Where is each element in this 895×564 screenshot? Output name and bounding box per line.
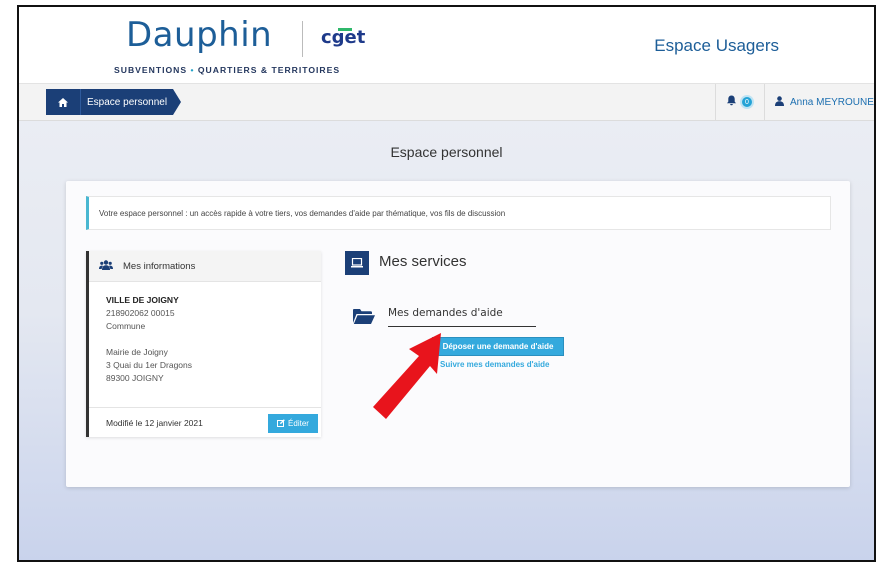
main-card: Votre espace personnel : un accès rapide…: [66, 181, 850, 487]
edit-button[interactable]: Éditer: [268, 414, 318, 433]
bell-icon: [726, 95, 737, 109]
deposit-request-button[interactable]: Déposer une demande d'aide: [433, 338, 563, 355]
address-line-1: Mairie de Joigny: [106, 347, 168, 357]
info-panel-footer: Modifié le 12 janvier 2021 Éditer: [89, 407, 321, 437]
user-icon: [775, 95, 784, 109]
home-icon[interactable]: [46, 89, 80, 115]
address-line-3: 89300 JOIGNY: [106, 373, 164, 383]
notification-count: 0: [740, 95, 754, 109]
users-icon: [99, 259, 113, 273]
annotation-arrow-icon: [373, 333, 441, 419]
dauphin-logo[interactable]: Dauphin cget SUBVENTIONS • QUARTIERS & T…: [114, 15, 374, 81]
breadcrumb-arrow: [173, 89, 182, 115]
user-name: Anna MEYROUNE: [790, 96, 874, 108]
breadcrumb-bar: Espace personnel 0 Anna MEYROUNE: [19, 84, 874, 121]
browser-frame: Dauphin cget SUBVENTIONS • QUARTIERS & T…: [17, 5, 876, 562]
services-title: Mes services: [379, 253, 467, 270]
notifications-button[interactable]: 0: [715, 84, 764, 120]
breadcrumb-current[interactable]: Espace personnel: [80, 89, 174, 115]
edit-label: Éditer: [288, 419, 309, 428]
organization-type: Commune: [106, 321, 146, 331]
follow-requests-link[interactable]: Suivre mes demandes d'aide: [440, 360, 550, 369]
user-menu[interactable]: Anna MEYROUNE: [764, 84, 874, 120]
logo-wordmark: Dauphin: [126, 15, 273, 55]
address-line-2: 3 Quai du 1er Dragons: [106, 360, 192, 370]
cget-logo: cget: [321, 27, 366, 48]
tagline-left: SUBVENTIONS: [114, 65, 188, 75]
logo-tagline: SUBVENTIONS • QUARTIERS & TERRITOIRES: [114, 65, 340, 75]
siret: 218902062 00015: [106, 308, 175, 318]
laptop-icon: [345, 251, 369, 275]
organization-name: VILLE DE JOIGNY: [106, 295, 179, 305]
info-panel-header: Mes informations: [89, 251, 321, 282]
logo-separator: [302, 21, 303, 57]
aid-requests-title: Mes demandes d'aide: [388, 307, 536, 327]
info-panel-body: VILLE DE JOIGNY 218902062 00015 Commune …: [89, 282, 321, 385]
edit-icon: [277, 418, 285, 429]
page-title: Espace personnel: [390, 144, 503, 160]
tagline-right: QUARTIERS & TERRITOIRES: [197, 65, 341, 75]
tagline-dot: •: [190, 65, 195, 75]
portal-title[interactable]: Espace Usagers: [654, 36, 779, 56]
info-panel-title: Mes informations: [123, 260, 196, 272]
modified-date: Modifié le 12 janvier 2021: [106, 417, 203, 428]
breadcrumb: Espace personnel: [46, 89, 182, 115]
site-header: Dauphin cget SUBVENTIONS • QUARTIERS & T…: [19, 7, 874, 84]
info-panel: Mes informations VILLE DE JOIGNY 2189020…: [86, 251, 321, 437]
folder-open-icon: [353, 308, 375, 329]
intro-text: Votre espace personnel : un accès rapide…: [86, 196, 831, 230]
